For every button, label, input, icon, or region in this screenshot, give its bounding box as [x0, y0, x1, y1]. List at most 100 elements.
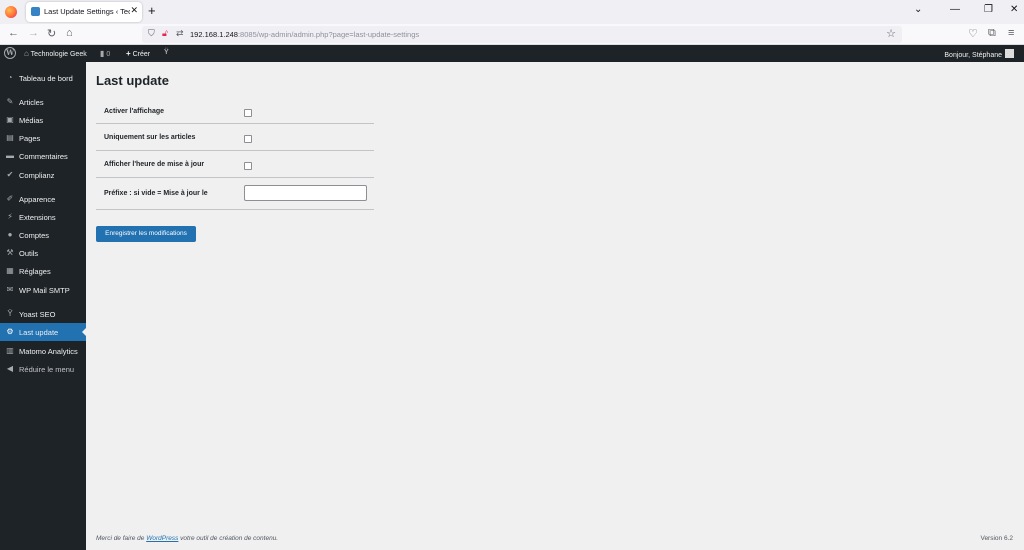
field-label: Activer l'affichage [104, 108, 165, 115]
analytics-icon: ▥ [6, 346, 14, 355]
new-content-link[interactable]: + Créer [126, 49, 150, 58]
sidebar-item-complianz[interactable]: ✔ Complianz [0, 166, 86, 184]
home-icon: ⌂ [24, 49, 29, 58]
sidebar-item-label: Commentaires [19, 152, 68, 161]
back-icon[interactable]: ← [8, 27, 19, 39]
save-button[interactable]: Enregistrer les modifications [96, 226, 196, 242]
sidebar-item-comments[interactable]: ▬ Commentaires [0, 147, 86, 165]
wrench-icon: ⚒ [6, 248, 14, 257]
sidebar-item-label: Articles [19, 98, 44, 107]
media-icon: ▣ [6, 115, 14, 124]
pages-icon: ▤ [6, 133, 14, 142]
sidebar-item-yoast-seo[interactable]: Ÿ Yoast SEO [0, 305, 86, 323]
sidebar-item-extensions[interactable]: ⚡︎ Extensions [0, 208, 86, 226]
yoast-icon[interactable]: Ÿ [164, 49, 169, 56]
tab-title: Last Update Settings ‹ Technologie Geek [44, 7, 130, 16]
sidebar-item-label: Last update [19, 328, 59, 337]
browser-tab-bar: Last Update Settings ‹ Technologie Geek … [0, 0, 1024, 24]
sidebar-item-tools[interactable]: ⚒ Outils [0, 244, 86, 262]
page-title: Last update [96, 73, 169, 88]
sidebar-item-settings[interactable]: ▦ Réglages [0, 262, 86, 280]
firefox-logo-icon [5, 6, 17, 18]
settings-icon: ▦ [6, 266, 14, 275]
version-text: Version 6.2 [980, 535, 1013, 542]
wordpress-favicon-icon [31, 7, 40, 16]
my-account-link[interactable]: Bonjour, Stéphane [944, 49, 1014, 59]
sidebar-item-label: Complianz [19, 171, 55, 180]
yoast-icon: Ÿ [7, 309, 13, 318]
form-row-show-time: Afficher l'heure de mise à jour [96, 151, 374, 178]
enable-display-checkbox[interactable] [244, 109, 252, 117]
sidebar-item-label: WP Mail SMTP [19, 286, 70, 295]
forward-icon[interactable]: → [28, 27, 39, 39]
comments-count: 0 [106, 51, 111, 58]
sidebar-collapse-menu[interactable]: ◀ Réduire le menu [0, 360, 86, 378]
url-text[interactable]: 192.168.1.248:8085/wp-admin/admin.php?pa… [190, 30, 419, 39]
sidebar-item-last-update[interactable]: ⚙ Last update [0, 323, 86, 341]
sidebar-item-label: Yoast SEO [19, 310, 56, 319]
footer-prefix: Merci de faire de [96, 535, 147, 542]
wordpress-link[interactable]: WordPress [146, 535, 178, 542]
sidebar-item-dashboard[interactable]: ◔ Tableau de bord [0, 69, 86, 87]
sidebar-item-label: Médias [19, 116, 44, 125]
users-icon: ● [7, 230, 13, 239]
form-row-prefix: Préfixe : si vide = Mise à jour le [96, 178, 374, 210]
form-row-articles-only: Uniquement sur les articles [96, 124, 374, 151]
site-name: Technologie Geek [30, 51, 87, 58]
wordpress-logo-icon[interactable]: W [4, 47, 16, 59]
dashboard-icon: ◔ [7, 73, 13, 82]
reload-icon[interactable]: ↻ [47, 27, 56, 40]
sidebar-item-label: Réduire le menu [19, 365, 75, 374]
app-menu-icon[interactable]: ≡ [1008, 27, 1014, 39]
greeting: Bonjour, Stéphane [944, 52, 1002, 59]
sidebar-item-matomo[interactable]: ▥ Matomo Analytics [0, 342, 86, 360]
sidebar-item-medias[interactable]: ▣ Médias [0, 111, 86, 129]
comment-bubble-icon: ▮ [100, 49, 105, 58]
close-window-button[interactable]: ✕ [1010, 4, 1018, 15]
form-row-enable-display: Activer l'affichage [96, 98, 374, 124]
tab-close-icon[interactable]: ✕ [130, 5, 138, 16]
comments-link[interactable]: ▮ 0 [100, 49, 110, 58]
field-label: Préfixe : si vide = Mise à jour le [104, 190, 208, 197]
browser-tab[interactable]: Last Update Settings ‹ Technologie Geek … [26, 2, 142, 22]
pin-icon: ✎ [6, 97, 14, 106]
admin-sidebar: ◔ Tableau de bord ✎ Articles ▣ Médias ▤ Page… [0, 62, 86, 550]
sidebar-item-wp-mail-smtp[interactable]: ✉ WP Mail SMTP [0, 281, 86, 299]
sidebar-item-appearance[interactable]: ✐ Apparence [0, 190, 86, 208]
sidebar-item-articles[interactable]: ✎ Articles [0, 93, 86, 111]
insecure-lock-icon[interactable]: 🔓︎ [162, 28, 168, 39]
minimize-button[interactable]: — [950, 4, 960, 15]
avatar [1005, 49, 1014, 58]
collapse-icon: ◀ [6, 364, 14, 373]
check-icon: ✔ [6, 170, 14, 179]
field-label: Afficher l'heure de mise à jour [104, 161, 205, 168]
pocket-icon[interactable]: ♡ [968, 27, 978, 40]
sidebar-item-pages[interactable]: ▤ Pages [0, 129, 86, 147]
url-path: :8085/wp-admin/admin.php?page=last-updat… [237, 30, 420, 39]
home-icon[interactable]: ⌂ [66, 27, 73, 39]
sidebar-item-label: Comptes [19, 231, 50, 240]
sidebar-item-users[interactable]: ● Comptes [0, 226, 86, 244]
gear-icon: ⚙ [6, 327, 14, 336]
plugin-icon: ⚡︎ [7, 212, 13, 221]
footer-thanks: Merci de faire de WordPress votre outil … [96, 535, 278, 542]
show-time-checkbox[interactable] [244, 162, 252, 170]
footer-suffix: votre outil de création de contenu. [178, 535, 279, 542]
plus-icon: + [126, 49, 131, 58]
url-host: 192.168.1.248 [190, 30, 238, 39]
maximize-button[interactable]: ❐ [984, 4, 993, 15]
prefix-input[interactable] [244, 185, 367, 201]
bookmark-star-icon[interactable]: ☆ [886, 27, 896, 40]
field-label: Uniquement sur les articles [104, 134, 196, 141]
list-all-tabs-icon[interactable]: ⌄ [914, 4, 922, 15]
permissions-icon[interactable]: ⇄ [176, 28, 184, 39]
articles-only-checkbox[interactable] [244, 135, 252, 143]
shield-icon[interactable]: ⛉ [148, 28, 155, 39]
new-tab-button[interactable]: + [148, 3, 156, 18]
url-bar[interactable]: ⛉ 🔓︎ ⇄ 192.168.1.248:8085/wp-admin/admin… [142, 26, 902, 43]
brush-icon: ✐ [6, 194, 14, 203]
site-name-link[interactable]: ⌂ Technologie Geek [24, 49, 87, 58]
sidebar-item-label: Outils [19, 249, 39, 258]
sidebar-item-label: Apparence [19, 195, 56, 204]
extensions-icon[interactable]: ⧉ [988, 27, 996, 40]
